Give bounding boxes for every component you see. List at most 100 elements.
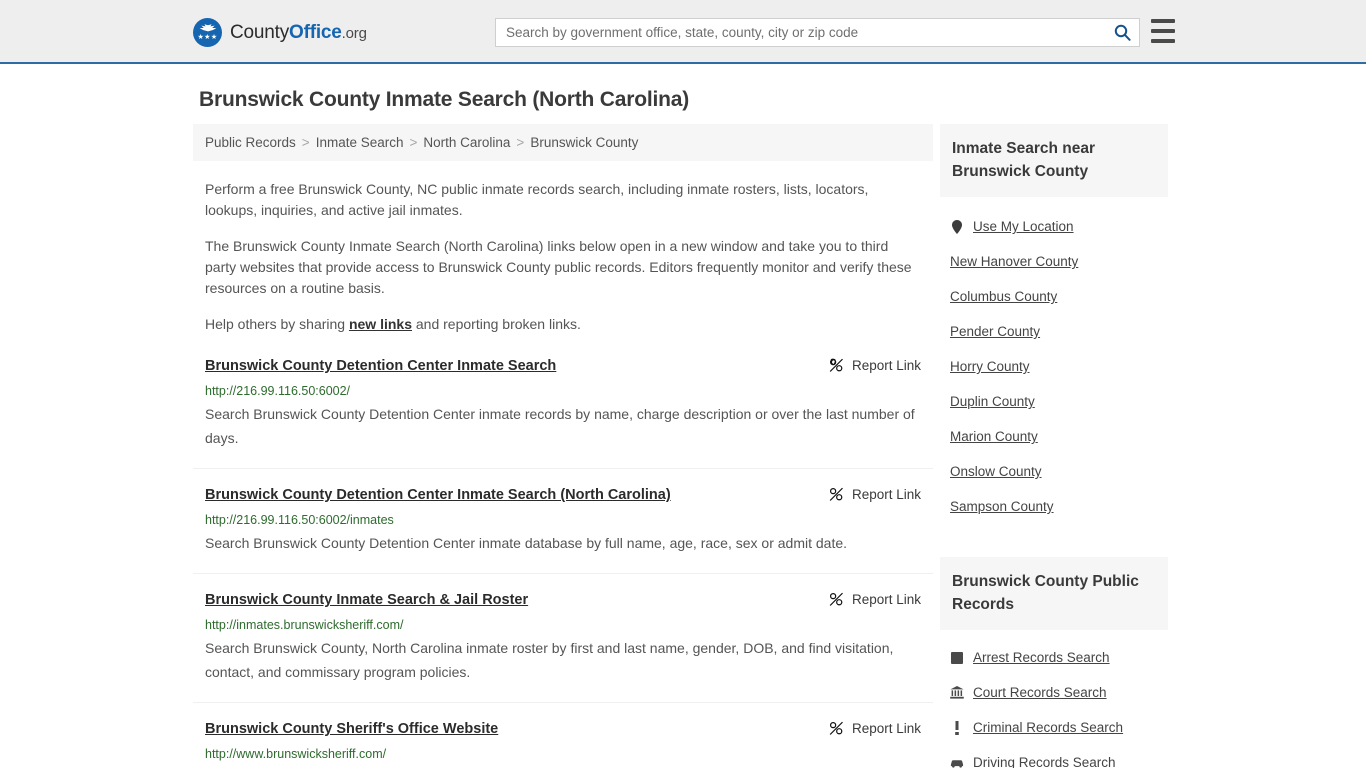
hamburger-menu-icon bbox=[1151, 19, 1175, 23]
report-link-label: Report Link bbox=[851, 721, 921, 736]
sidebar-item-sampson-county[interactable]: Sampson County bbox=[940, 489, 1168, 524]
listing-title-link[interactable]: Brunswick County Inmate Search & Jail Ro… bbox=[205, 591, 528, 610]
listing-title-link[interactable]: Brunswick County Detention Center Inmate… bbox=[205, 486, 671, 505]
listing-title-link[interactable]: Brunswick County Detention Center Inmate… bbox=[205, 357, 556, 376]
hamburger-menu-button[interactable] bbox=[1151, 19, 1175, 43]
eagle-icon bbox=[199, 24, 216, 32]
stars-icon: ★★★ bbox=[197, 34, 218, 41]
fingerprint-card-icon bbox=[950, 650, 964, 665]
public-records-panel: Brunswick County Public Records Arrest R… bbox=[940, 557, 1168, 768]
report-link-label: Report Link bbox=[851, 358, 921, 373]
search-button[interactable] bbox=[1105, 19, 1139, 46]
listing-header: Brunswick County Inmate Search & Jail Ro… bbox=[205, 591, 921, 610]
broken-link-icon bbox=[829, 592, 843, 606]
hamburger-menu-icon bbox=[1151, 39, 1175, 43]
car-icon bbox=[950, 755, 964, 768]
sidebar-item-label: Sampson County bbox=[950, 499, 1054, 514]
hamburger-menu-icon bbox=[1151, 29, 1175, 33]
nearby-panel-heading: Inmate Search near Brunswick County bbox=[940, 124, 1168, 197]
public-records-panel-heading: Brunswick County Public Records bbox=[940, 557, 1168, 630]
sidebar-item-driving-records-search[interactable]: Driving Records Search bbox=[940, 745, 1168, 768]
listing-item: Brunswick County Detention Center Inmate… bbox=[193, 468, 933, 555]
search-input[interactable] bbox=[496, 19, 1105, 46]
sidebar-item-label: Columbus County bbox=[950, 289, 1058, 304]
intro-paragraph-1: Perform a free Brunswick County, NC publ… bbox=[205, 181, 869, 218]
listing-header: Brunswick County Detention Center Inmate… bbox=[205, 486, 921, 505]
sidebar-item-criminal-records-search[interactable]: Criminal Records Search bbox=[940, 710, 1168, 745]
sidebar-item-new-hanover-county[interactable]: New Hanover County bbox=[940, 244, 1168, 279]
countyoffice-logo-icon: ★★★ bbox=[193, 18, 222, 47]
report-link-button[interactable]: Report Link bbox=[829, 592, 921, 607]
sidebar-item-onslow-county[interactable]: Onslow County bbox=[940, 454, 1168, 489]
breadcrumb-item-inmate-search[interactable]: Inmate Search bbox=[316, 135, 404, 150]
new-links-link[interactable]: new links bbox=[349, 316, 412, 332]
broken-link-icon bbox=[829, 721, 843, 735]
sidebar-item-label: Pender County bbox=[950, 324, 1041, 339]
listing-results: Brunswick County Detention Center Inmate… bbox=[193, 357, 933, 768]
broken-link-icon bbox=[829, 358, 843, 372]
intro-paragraph-2: The Brunswick County Inmate Search (Nort… bbox=[205, 238, 912, 296]
intro-text-after: and reporting broken links. bbox=[412, 316, 581, 332]
sidebar-item-label: Use My Location bbox=[973, 219, 1074, 234]
breadcrumb: Public Records > Inmate Search > North C… bbox=[193, 124, 933, 161]
logo-text-office: Office bbox=[289, 21, 342, 43]
sidebar-item-label: Onslow County bbox=[950, 464, 1042, 479]
sidebar-item-label: Court Records Search bbox=[973, 685, 1107, 700]
listing-header: Brunswick County Detention Center Inmate… bbox=[205, 357, 921, 376]
intro-text-before: Help others by sharing bbox=[205, 316, 349, 332]
sidebar-item-use-my-location[interactable]: Use My Location bbox=[940, 209, 1168, 244]
public-records-panel-list: Arrest Records Search Court Records Sear… bbox=[940, 640, 1168, 768]
listing-description: Search Brunswick County Detention Center… bbox=[205, 406, 915, 446]
listing-header: Brunswick County Sheriff's Office Websit… bbox=[205, 720, 921, 739]
sidebar-item-pender-county[interactable]: Pender County bbox=[940, 314, 1168, 349]
listing-title-link[interactable]: Brunswick County Sheriff's Office Websit… bbox=[205, 720, 498, 739]
report-link-button[interactable]: Report Link bbox=[829, 721, 921, 736]
nearby-panel-list: Use My Location New Hanover County Colum… bbox=[940, 209, 1168, 524]
sidebar-item-horry-county[interactable]: Horry County bbox=[940, 349, 1168, 384]
breadcrumb-item-north-carolina[interactable]: North Carolina bbox=[423, 135, 510, 150]
nearby-inmate-search-panel: Inmate Search near Brunswick County Use … bbox=[940, 124, 1168, 524]
intro-paragraph-3: Help others by sharing new links and rep… bbox=[193, 314, 933, 335]
search-bar[interactable] bbox=[495, 18, 1140, 47]
listing-item: Brunswick County Sheriff's Office Websit… bbox=[193, 702, 933, 768]
sidebar-item-label: Driving Records Search bbox=[973, 755, 1116, 768]
report-link-label: Report Link bbox=[851, 487, 921, 502]
sidebar-item-court-records-search[interactable]: Court Records Search bbox=[940, 675, 1168, 710]
courthouse-icon bbox=[950, 685, 964, 700]
breadcrumb-item-public-records[interactable]: Public Records bbox=[205, 135, 296, 150]
sidebar-item-columbus-county[interactable]: Columbus County bbox=[940, 279, 1168, 314]
listing-url: http://www.brunswicksheriff.com/ bbox=[205, 747, 387, 761]
site-header: ★★★ CountyOffice.org bbox=[0, 0, 1366, 64]
listing-description: Search Brunswick County Detention Center… bbox=[205, 535, 848, 551]
search-icon bbox=[1114, 24, 1131, 41]
listing-item: Brunswick County Detention Center Inmate… bbox=[193, 357, 933, 450]
sidebar-item-label: Duplin County bbox=[950, 394, 1035, 409]
sidebar-item-label: New Hanover County bbox=[950, 254, 1079, 269]
sidebar-item-label: Arrest Records Search bbox=[973, 650, 1110, 665]
breadcrumb-separator-icon: > bbox=[409, 135, 418, 150]
logo-text-org: .org bbox=[341, 24, 367, 42]
sidebar-item-label: Horry County bbox=[950, 359, 1030, 374]
site-logo-text: CountyOffice.org bbox=[230, 22, 367, 44]
broken-link-icon bbox=[829, 487, 843, 501]
page-title: Brunswick County Inmate Search (North Ca… bbox=[199, 88, 690, 111]
sidebar-item-duplin-county[interactable]: Duplin County bbox=[940, 384, 1168, 419]
report-link-button[interactable]: Report Link bbox=[829, 487, 921, 502]
main-content-column: Public Records > Inmate Search > North C… bbox=[193, 124, 933, 768]
sidebar-item-label: Criminal Records Search bbox=[973, 720, 1124, 735]
report-link-button[interactable]: Report Link bbox=[829, 358, 921, 373]
exclamation-icon bbox=[950, 720, 964, 735]
map-pin-icon bbox=[950, 219, 964, 234]
listing-url: http://inmates.brunswicksheriff.com/ bbox=[205, 618, 404, 632]
sidebar-item-marion-county[interactable]: Marion County bbox=[940, 419, 1168, 454]
site-logo[interactable]: ★★★ CountyOffice.org bbox=[193, 18, 367, 47]
sidebar-item-arrest-records-search[interactable]: Arrest Records Search bbox=[940, 640, 1168, 675]
breadcrumb-separator-icon: > bbox=[301, 135, 310, 150]
sidebar-item-label: Marion County bbox=[950, 429, 1038, 444]
listing-url: http://216.99.116.50:6002/inmates bbox=[205, 513, 394, 527]
listing-item: Brunswick County Inmate Search & Jail Ro… bbox=[193, 573, 933, 684]
sidebar: Inmate Search near Brunswick County Use … bbox=[940, 124, 1168, 768]
listing-description: Search Brunswick County, North Carolina … bbox=[205, 640, 894, 680]
breadcrumb-separator-icon: > bbox=[516, 135, 525, 150]
breadcrumb-item-brunswick-county[interactable]: Brunswick County bbox=[530, 135, 638, 150]
